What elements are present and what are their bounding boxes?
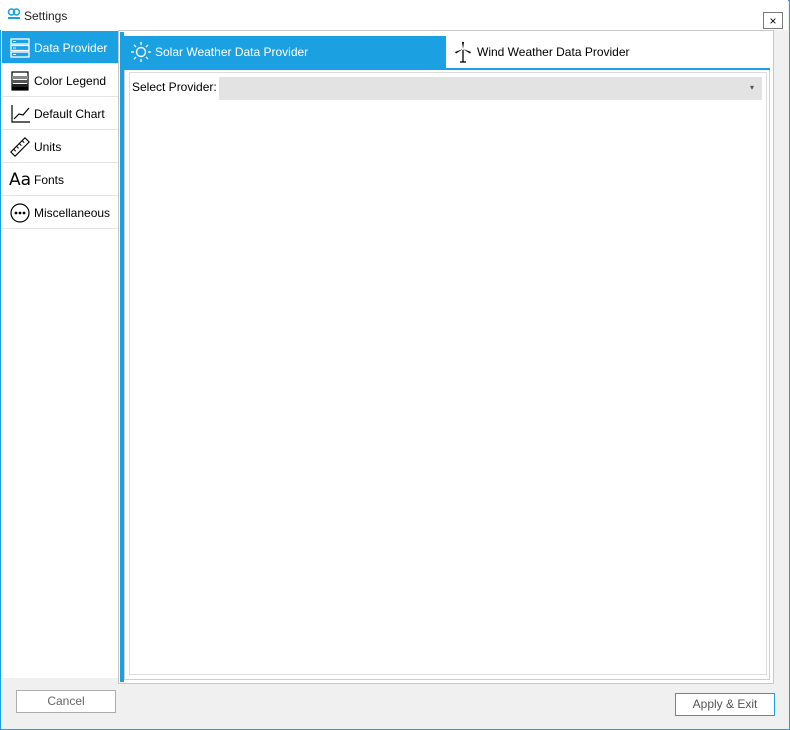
sidebar-item-data-provider[interactable]: Data Provider [2,31,118,64]
provider-select[interactable]: ▾ [219,77,762,100]
sidebar-item-label: Default Chart [34,107,105,121]
sidebar-item-default-chart[interactable]: Default Chart [2,97,118,130]
sidebar-item-fonts[interactable]: Aa Fonts [2,163,118,196]
tab-wind-weather[interactable]: Wind Weather Data Provider [446,36,770,68]
line-chart-icon [11,105,30,123]
sidebar-item-label: Fonts [34,173,65,187]
sidebar-item-label: Color Legend [34,74,107,88]
app-logo-icon [7,8,21,19]
tab-label: Wind Weather Data Provider [477,45,630,59]
title-bar: Settings × [0,0,788,30]
provider-panel [129,72,767,675]
wind-turbine-icon [455,42,471,63]
cancel-button[interactable]: Cancel [16,690,116,713]
fonts-icon: Aa [9,170,32,190]
sidebar-item-label: Data Provider [34,41,108,55]
settings-sidebar: Data Provider Color Legend Default Chart [2,30,118,678]
color-legend-icon [11,71,29,91]
database-icon [10,38,30,58]
close-button[interactable]: × [763,12,783,29]
sidebar-item-units[interactable]: Units [2,130,118,163]
select-provider-label: Select Provider: [132,80,217,94]
chevron-down-icon: ▾ [749,83,754,92]
sidebar-item-miscellaneous[interactable]: Miscellaneous [2,196,118,229]
ellipsis-circle-icon [10,203,30,223]
ruler-icon [10,137,30,157]
sidebar-item-color-legend[interactable]: Color Legend [2,64,118,97]
sun-icon [131,42,151,62]
tab-solar-weather[interactable]: Solar Weather Data Provider [124,36,446,68]
tab-label: Solar Weather Data Provider [155,45,309,59]
apply-exit-button[interactable]: Apply & Exit [675,693,775,716]
window-title: Settings [24,9,68,23]
sidebar-item-label: Units [34,140,62,154]
sidebar-item-label: Miscellaneous [34,206,111,220]
